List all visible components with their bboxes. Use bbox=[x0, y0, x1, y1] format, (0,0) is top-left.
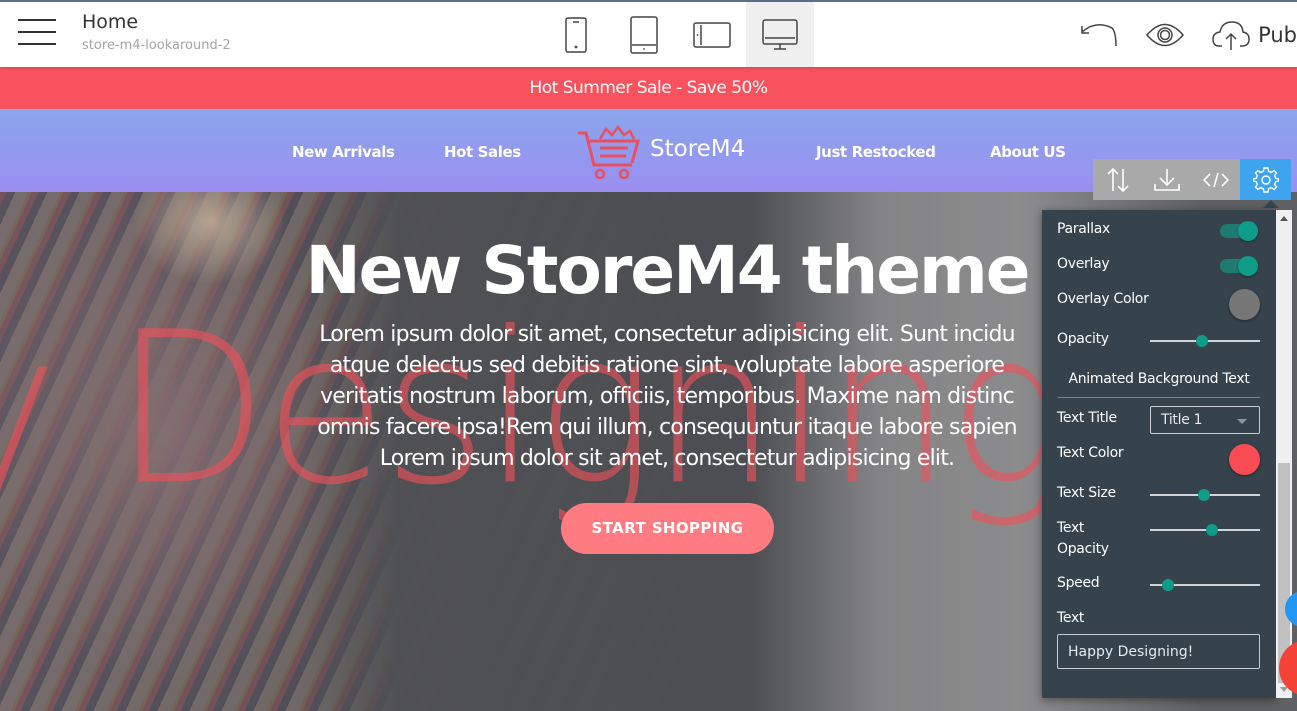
slider-thumb[interactable] bbox=[1161, 579, 1174, 591]
block-settings-button[interactable] bbox=[1240, 159, 1291, 200]
hero-body-line: Lorem ipsum dolor sit amet, consectetur … bbox=[379, 446, 955, 471]
text-label: Text bbox=[1057, 610, 1085, 626]
preview-button[interactable] bbox=[1146, 22, 1185, 48]
opacity-label: Opacity bbox=[1057, 331, 1109, 347]
opacity-slider[interactable] bbox=[1150, 334, 1260, 348]
slider-thumb[interactable] bbox=[1205, 524, 1218, 536]
cloud-upload-icon bbox=[1212, 20, 1250, 50]
device-desktop-button[interactable] bbox=[746, 2, 814, 67]
nav-link-hot-sales[interactable]: Hot Sales bbox=[444, 143, 521, 161]
hero-body: Lorem ipsum dolor sit amet, consectetur … bbox=[232, 319, 1102, 474]
text-opacity-label-line: Text bbox=[1057, 520, 1085, 536]
overlay-color-label: Overlay Color bbox=[1057, 291, 1149, 307]
block-settings-panel: Parallax Overlay Overlay Color Opacity A… bbox=[1042, 210, 1276, 698]
overlay-toggle[interactable] bbox=[1220, 256, 1258, 276]
publish-label: Pub bbox=[1258, 22, 1297, 47]
hamburger-line bbox=[18, 19, 56, 21]
hero-body-line: Lorem ipsum dolor sit amet, consectetur … bbox=[319, 322, 1015, 347]
undo-icon bbox=[1081, 23, 1117, 46]
editor-actions: Pub bbox=[1050, 2, 1297, 67]
animated-bg-text-heading: Animated Background Text bbox=[1068, 371, 1250, 387]
gear-icon bbox=[1252, 166, 1279, 193]
device-switcher bbox=[542, 2, 814, 67]
text-title-select[interactable]: Title 1 bbox=[1150, 406, 1260, 434]
toggle-knob bbox=[1238, 256, 1258, 276]
nav-link-just-restocked[interactable]: Just Restocked bbox=[816, 143, 936, 161]
page-subtitle: store-m4-lookaround-2 bbox=[82, 38, 231, 53]
phone-icon bbox=[565, 16, 587, 53]
tablet-icon bbox=[630, 15, 658, 54]
text-title-value: Title 1 bbox=[1161, 412, 1203, 428]
editor-topbar: Home store-m4-lookaround-2 Pub bbox=[0, 0, 1297, 67]
page-title: Home bbox=[82, 11, 139, 33]
hamburger-line bbox=[18, 31, 56, 33]
text-size-label: Text Size bbox=[1057, 485, 1116, 501]
parallax-toggle[interactable] bbox=[1220, 221, 1258, 241]
download-icon bbox=[1153, 168, 1180, 191]
sale-banner[interactable]: Hot Summer Sale - Save 50% bbox=[0, 67, 1297, 109]
text-opacity-label-line: Opacity bbox=[1057, 541, 1109, 557]
eye-icon bbox=[1146, 23, 1185, 46]
hamburger-line bbox=[18, 43, 56, 45]
hero-body-line: veritatis nostrum laborum, officiis, tem… bbox=[320, 384, 1015, 409]
background-text-input[interactable] bbox=[1057, 634, 1260, 669]
start-shopping-button[interactable]: START SHOPPING bbox=[561, 503, 774, 554]
brand-name: StoreM4 bbox=[650, 136, 746, 162]
arrows-up-down-icon bbox=[1106, 167, 1129, 192]
shopping-cart-icon bbox=[578, 125, 640, 180]
block-toolbar bbox=[1093, 159, 1291, 208]
device-tablet-landscape-button[interactable] bbox=[678, 2, 746, 67]
tablet-landscape-icon bbox=[693, 21, 731, 48]
slider-thumb[interactable] bbox=[1195, 335, 1208, 347]
overlay-color-picker[interactable] bbox=[1229, 289, 1260, 320]
text-size-slider[interactable] bbox=[1150, 488, 1260, 502]
panel-scrollbar[interactable] bbox=[1276, 210, 1292, 698]
text-opacity-label: Text Opacity bbox=[1057, 520, 1109, 562]
text-color-label: Text Color bbox=[1057, 445, 1124, 461]
code-icon bbox=[1202, 172, 1229, 187]
undo-button[interactable] bbox=[1078, 22, 1118, 48]
reorder-block-button[interactable] bbox=[1093, 159, 1142, 200]
publish-button[interactable]: Pub bbox=[1212, 20, 1297, 50]
speed-slider[interactable] bbox=[1150, 578, 1260, 592]
menu-button[interactable] bbox=[18, 19, 56, 49]
section-divider bbox=[1058, 397, 1260, 398]
overlay-label: Overlay bbox=[1057, 256, 1110, 272]
desktop-icon bbox=[762, 18, 798, 50]
text-color-picker[interactable] bbox=[1229, 444, 1260, 475]
device-tablet-button[interactable] bbox=[610, 2, 678, 67]
text-opacity-slider[interactable] bbox=[1150, 523, 1260, 537]
panel-pointer bbox=[1263, 200, 1279, 208]
parallax-label: Parallax bbox=[1057, 221, 1110, 237]
toggle-knob bbox=[1238, 221, 1258, 241]
device-mobile-button[interactable] bbox=[542, 2, 610, 67]
text-title-label: Text Title bbox=[1057, 410, 1117, 426]
hero-body-line: atque delectus sed debitis ratione sint,… bbox=[329, 353, 1005, 378]
code-block-button[interactable] bbox=[1191, 159, 1240, 200]
page-info: Home store-m4-lookaround-2 bbox=[82, 11, 231, 53]
nav-link-about-us[interactable]: About US bbox=[990, 143, 1066, 161]
nav-link-new-arrivals[interactable]: New Arrivals bbox=[292, 143, 395, 161]
save-block-button[interactable] bbox=[1142, 159, 1191, 200]
hero-body-line: omnis facere ipsa!Rem qui illum, consequ… bbox=[317, 415, 1017, 440]
brand-logo[interactable]: StoreM4 bbox=[576, 125, 745, 181]
speed-label: Speed bbox=[1057, 575, 1100, 591]
slider-thumb[interactable] bbox=[1197, 489, 1210, 501]
chevron-down-icon bbox=[1237, 419, 1247, 424]
scroll-up-arrow-icon[interactable] bbox=[1280, 216, 1288, 221]
